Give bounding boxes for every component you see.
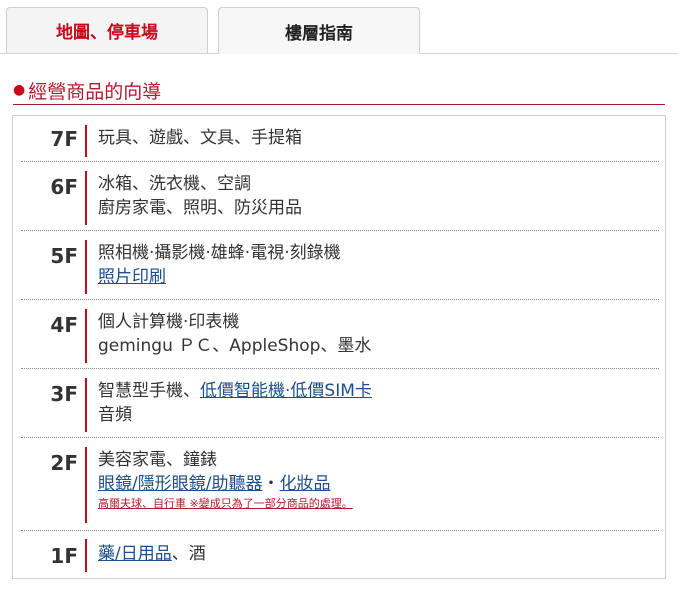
floor-line: 冰箱、洗衣機、空調 [98,174,251,194]
floor-line: 音頻 [98,405,132,425]
floor-divider [85,125,87,157]
low-price-sim-link[interactable]: 低價智能機·低價SIM卡 [200,381,372,401]
floor-content: 玩具、遊戲、文具、手提箱 [98,126,659,150]
photo-print-link[interactable]: 照片印刷 [98,267,166,287]
tab-bar: 地圖、停車場 樓層指南 [0,0,678,54]
floor-label: 4F [50,313,78,337]
floor-line: 玩具、遊戲、文具、手提箱 [98,128,302,148]
floor-label: 1F [50,544,78,568]
floor-content: 照相機·攝影機·雄蜂·電視·刻錄機 照片印刷 [98,241,659,289]
floor-line: gemingu ＰＣ、AppleShop、墨水 [98,336,372,356]
floor-content: 冰箱、洗衣機、空調 廚房家電、照明、防災用品 [98,172,659,220]
floor-label: 5F [50,244,78,268]
floor-line: 美容家電、鐘錶 [98,450,217,470]
floor-line-text: 智慧型手機、 [98,381,200,401]
floor-row-4f: 4F 個人計算機·印表機 gemingu ＰＣ、AppleShop、墨水 [21,300,659,369]
floor-row-5f: 5F 照相機·攝影機·雄蜂·電視·刻錄機 照片印刷 [21,231,659,300]
eyewear-hearing-aid-link[interactable]: 眼鏡/隱形眼鏡/助聽器 [98,474,262,494]
floor-guide-panel: 7F 玩具、遊戲、文具、手提箱 6F 冰箱、洗衣機、空調 廚房家電、照明、防災用… [12,115,666,579]
floor-divider [85,240,87,294]
floor-content: 智慧型手機、低價智能機·低價SIM卡 音頻 [98,379,659,427]
floor-divider [85,378,87,432]
floor-row-1f: 1F 藥/日用品、酒 [21,531,659,578]
floor-divider [85,447,87,523]
floor-content: 美容家電、鐘錶 眼鏡/隱形眼鏡/助聽器・化妝品 高爾夫球、自行車 ※變成只為了一… [98,448,659,512]
floor-row-6f: 6F 冰箱、洗衣機、空調 廚房家電、照明、防災用品 [21,162,659,231]
drugs-daily-goods-link[interactable]: 藥/日用品 [98,544,172,564]
tab-map-parking[interactable]: 地圖、停車場 [6,7,208,53]
floor-content: 個人計算機·印表機 gemingu ＰＣ、AppleShop、墨水 [98,310,659,358]
floor-line: 個人計算機·印表機 [98,312,240,332]
floor-label: 7F [50,127,78,151]
section-title: ● 經營商品的向導 [13,76,665,105]
floor-divider [85,171,87,225]
floor-divider [85,309,87,363]
tab-floor-guide[interactable]: 樓層指南 [218,7,420,54]
floor-row-7f: 7F 玩具、遊戲、文具、手提箱 [21,116,659,162]
floor-content: 藥/日用品、酒 [98,542,659,566]
floor-label: 3F [50,382,78,406]
cosmetics-link[interactable]: 化妝品 [279,474,330,494]
floor-row-2f: 2F 美容家電、鐘錶 眼鏡/隱形眼鏡/助聽器・化妝品 高爾夫球、自行車 ※變成只… [21,438,659,531]
floor-label: 6F [50,175,78,199]
floor-line-text: 、酒 [171,544,206,564]
floor-line: 廚房家電、照明、防災用品 [98,198,302,218]
bullet-dot: ● [13,82,26,98]
floor-note: 高爾夫球、自行車 ※變成只為了一部分商品的處理。 [98,497,353,510]
separator: ・ [262,474,280,494]
floor-divider [85,539,87,572]
floor-line: 照相機·攝影機·雄蜂·電視·刻錄機 [98,243,341,263]
floor-row-3f: 3F 智慧型手機、低價智能機·低價SIM卡 音頻 [21,369,659,438]
floor-label: 2F [50,451,78,475]
section-title-text: 經營商品的向導 [28,80,162,103]
